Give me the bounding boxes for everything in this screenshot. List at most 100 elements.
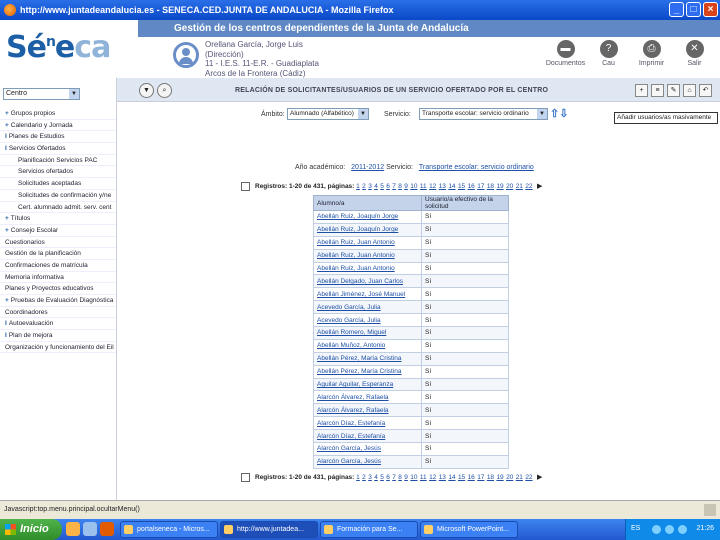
task-button[interactable]: Formación para Se... xyxy=(320,521,418,538)
resize-grip-icon[interactable] xyxy=(704,504,716,516)
cau-button[interactable]: ? Cau xyxy=(587,40,630,67)
table-row[interactable]: Alarcón Álvarez, Rafaela Sí xyxy=(313,390,509,405)
page-link[interactable]: 9 xyxy=(404,474,408,481)
page-link[interactable]: 7 xyxy=(392,183,396,190)
page-link[interactable]: 7 xyxy=(392,474,396,481)
page-link[interactable]: 16 xyxy=(468,183,475,190)
page-link[interactable]: 15 xyxy=(458,183,465,190)
collapse-icon[interactable]: I xyxy=(5,320,7,327)
close-window-button[interactable]: × xyxy=(703,2,718,17)
page-link[interactable]: 18 xyxy=(487,474,494,481)
student-name-link[interactable]: Abellán Muñoz, Antonio xyxy=(313,338,422,353)
sidebar-item[interactable]: Solicitudes aceptadas xyxy=(0,178,116,190)
sidebar-item[interactable]: I Autoevaluación xyxy=(0,318,116,331)
task-button[interactable]: portalseneca - Micros... xyxy=(120,521,218,538)
student-name-link[interactable]: Alarcón Álvarez, Rafaela xyxy=(313,403,422,418)
page-link[interactable]: 6 xyxy=(386,183,390,190)
page-link[interactable]: 21 xyxy=(516,183,523,190)
sidebar-item[interactable]: Cuestionarios xyxy=(0,237,116,249)
expand-icon[interactable]: + xyxy=(5,122,9,129)
student-name-link[interactable]: Acevedo García, Julia xyxy=(313,300,422,315)
sidebar-item[interactable]: Servicios ofertados xyxy=(0,166,116,179)
sidebar-item[interactable]: Organización y funcionamiento del Eil xyxy=(0,342,116,354)
seneca-logo[interactable]: Séneca xyxy=(6,30,111,65)
page-link[interactable]: 12 xyxy=(429,183,436,190)
profile-select[interactable]: Centro ▼ xyxy=(3,88,80,100)
sidebar-item[interactable]: Planes y Proyectos educativos xyxy=(0,283,116,295)
page-link[interactable]: 13 xyxy=(439,474,446,481)
table-row[interactable]: Alarcón García, Jesús Sí xyxy=(313,442,509,456)
page-link[interactable]: 22 xyxy=(525,474,532,481)
student-name-link[interactable]: Abellán Ruiz, Joaquín Jorge xyxy=(313,210,422,224)
page-link[interactable]: 8 xyxy=(398,183,402,190)
table-row[interactable]: Alarcón Álvarez, Rafaela Sí xyxy=(313,403,509,418)
page-link[interactable]: 14 xyxy=(448,183,455,190)
firefox-quick-icon[interactable] xyxy=(66,522,80,536)
year-link[interactable]: 2011-2012 xyxy=(351,164,384,171)
filter-icon[interactable]: ▼ xyxy=(139,83,154,98)
pages-icon[interactable] xyxy=(241,473,250,482)
table-row[interactable]: Abellán Pérez, María Cristina Sí xyxy=(313,364,509,379)
sidebar-item[interactable]: Confirmaciones de matrícula xyxy=(0,260,116,272)
student-name-link[interactable]: Abellán Ruiz, Juan Antonio xyxy=(313,235,422,250)
student-name-link[interactable]: Alarcón Díaz, Estefanía xyxy=(313,416,422,431)
add-icon[interactable]: + xyxy=(635,84,648,97)
page-link[interactable]: 4 xyxy=(374,183,378,190)
page-link[interactable]: 8 xyxy=(398,474,402,481)
table-row[interactable]: Abellán Ruiz, Joaquín Jorge Sí xyxy=(313,210,509,224)
sidebar-item[interactable]: + Títulos xyxy=(0,213,116,225)
page-link[interactable]: 17 xyxy=(477,474,484,481)
student-name-link[interactable]: Abellán Romero, Miguel xyxy=(313,326,422,340)
page-link[interactable]: 11 xyxy=(420,183,427,190)
column-header[interactable]: Usuario/a efectivo de la solicitud xyxy=(421,195,509,211)
network-icon[interactable] xyxy=(652,525,661,534)
page-link[interactable]: 12 xyxy=(429,474,436,481)
expand-icon[interactable]: + xyxy=(5,110,9,117)
page-link[interactable]: 10 xyxy=(410,183,417,190)
student-name-link[interactable]: Abellán Ruiz, Juan Antonio xyxy=(313,261,422,276)
page-link[interactable]: 21 xyxy=(516,474,523,481)
page-link[interactable]: 6 xyxy=(386,474,390,481)
page-link[interactable]: 15 xyxy=(458,474,465,481)
next-page-icon[interactable]: ▶ xyxy=(537,474,542,481)
language-indicator[interactable]: ES xyxy=(631,525,640,532)
table-row[interactable]: Alarcón García, Jesús Sí xyxy=(313,454,509,469)
page-link[interactable]: 4 xyxy=(374,474,378,481)
task-button[interactable]: Microsoft PowerPoint... xyxy=(420,521,518,538)
column-header[interactable]: Alumno/a xyxy=(313,195,422,211)
page-link[interactable]: 17 xyxy=(477,183,484,190)
page-link[interactable]: 19 xyxy=(496,183,503,190)
volume-icon[interactable] xyxy=(665,525,674,534)
collapse-icon[interactable]: I xyxy=(5,133,7,140)
print-button[interactable]: ⎙ Imprimir xyxy=(630,40,673,67)
student-name-link[interactable]: Acevedo García, Julia xyxy=(313,313,422,328)
sidebar-item[interactable]: Coordinadores xyxy=(0,307,116,319)
page-link[interactable]: 13 xyxy=(439,183,446,190)
student-name-link[interactable]: Alarcón Díaz, Estefanía xyxy=(313,429,422,444)
student-name-link[interactable]: Abellán Pérez, María Cristina xyxy=(313,364,422,379)
service-link[interactable]: Transporte escolar: servicio ordinario xyxy=(419,164,534,171)
start-button[interactable]: Inicio xyxy=(0,519,62,540)
table-row[interactable]: Abellán Ruiz, Juan Antonio Sí xyxy=(313,261,509,276)
page-link[interactable]: 2 xyxy=(362,183,366,190)
page-link[interactable]: 11 xyxy=(420,474,427,481)
maximize-button[interactable]: □ xyxy=(686,2,701,17)
page-link[interactable]: 9 xyxy=(404,183,408,190)
collapse-icon[interactable]: I xyxy=(5,145,7,152)
servicio-select[interactable]: Transporte escolar: servicio ordinario ▼ xyxy=(419,108,548,120)
page-link[interactable]: 20 xyxy=(506,474,513,481)
student-name-link[interactable]: Alarcón García, Jesús xyxy=(313,442,422,456)
page-link[interactable]: 2 xyxy=(362,474,366,481)
app-quick-icon[interactable] xyxy=(100,522,114,536)
student-name-link[interactable]: Aguilar Aguilar, Esperanza xyxy=(313,377,422,392)
table-row[interactable]: Alarcón Díaz, Estefanía Sí xyxy=(313,416,509,431)
pages-icon[interactable] xyxy=(241,182,250,191)
student-name-link[interactable]: Abellán Jiménez, José Manuel xyxy=(313,287,422,302)
student-name-link[interactable]: Abellán Pérez, María Cristina xyxy=(313,351,422,366)
logout-button[interactable]: ✕ Salir xyxy=(673,40,716,67)
sidebar-item[interactable]: I Planes de Estudios xyxy=(0,131,116,144)
documents-button[interactable]: ▬ Documentos xyxy=(544,40,587,67)
table-row[interactable]: Abellán Ruiz, Juan Antonio Sí xyxy=(313,235,509,250)
task-button-active[interactable]: http://www.juntadea... xyxy=(220,521,318,538)
sidebar-item[interactable]: + Calendario y Jornada xyxy=(0,120,116,132)
